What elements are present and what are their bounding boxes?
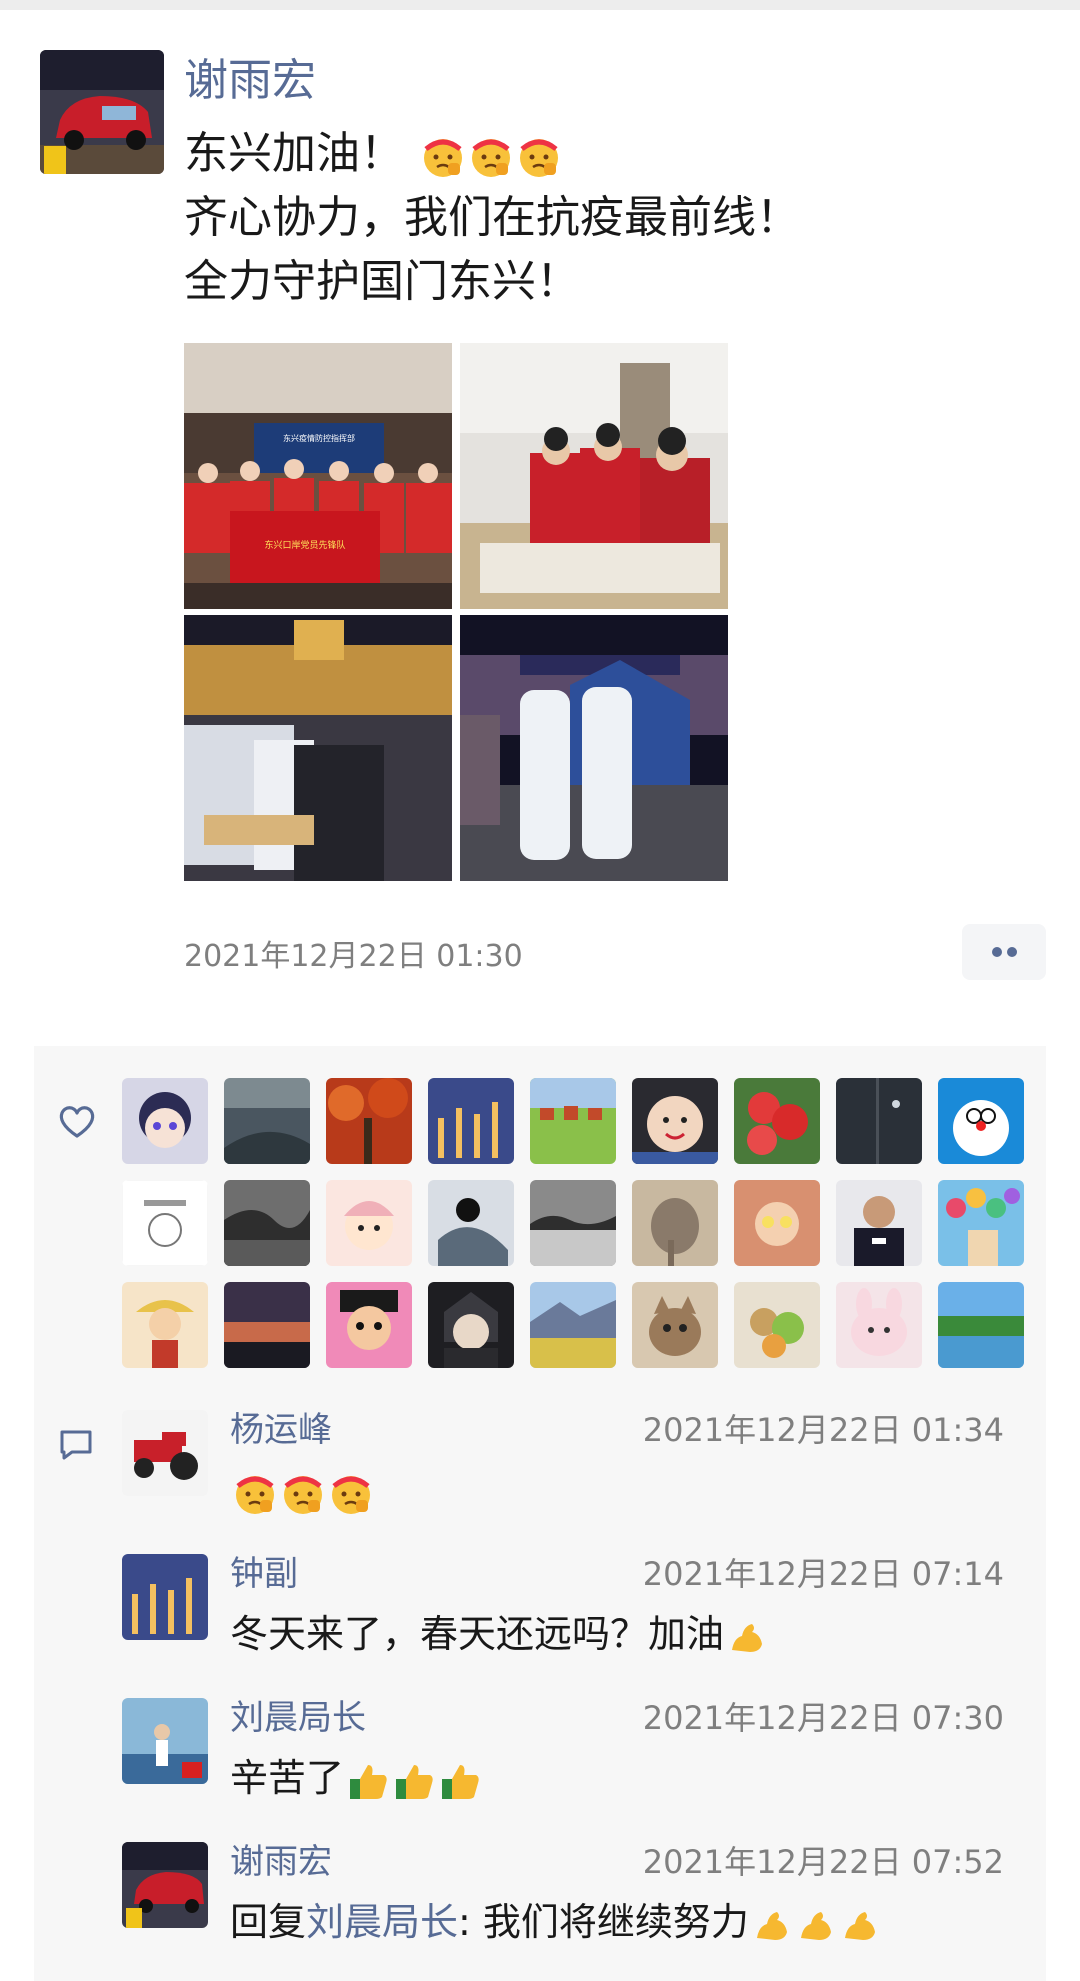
liker-avatar[interactable] bbox=[428, 1282, 514, 1368]
liker-avatar[interactable] bbox=[836, 1078, 922, 1164]
comment-item[interactable]: 谢雨宏 2021年12月22日 07:52 回复刘晨局长: 我们将继续努力 bbox=[122, 1842, 1004, 1944]
commenter-avatar[interactable] bbox=[122, 1554, 208, 1640]
photo-packing-supplies[interactable] bbox=[460, 343, 728, 609]
flexed-biceps-icon bbox=[751, 1904, 793, 1946]
photo-team-banner[interactable]: 东兴疫情防控指挥部 东兴口岸党员先锋队 bbox=[184, 343, 452, 609]
liker-avatar[interactable] bbox=[326, 1282, 412, 1368]
comment-body: 冬天来了，春天还远吗？加油 bbox=[230, 1612, 725, 1656]
liker-avatar[interactable] bbox=[530, 1180, 616, 1266]
comment-text: 回复刘晨局长: 我们将继续努力 bbox=[230, 1894, 881, 1950]
salute-face-icon bbox=[420, 133, 466, 179]
comment-time: 2021年12月22日 07:30 bbox=[642, 1699, 1004, 1737]
thumbs-up-icon bbox=[346, 1759, 390, 1803]
liker-avatar[interactable] bbox=[632, 1282, 718, 1368]
liker-avatar[interactable] bbox=[734, 1282, 820, 1368]
more-actions-button[interactable] bbox=[962, 924, 1046, 980]
liker-avatar[interactable] bbox=[938, 1078, 1024, 1164]
post-line-1: 东兴加油！ bbox=[184, 128, 404, 179]
liker-avatar[interactable] bbox=[428, 1180, 514, 1266]
commenter-avatar[interactable] bbox=[122, 1842, 208, 1928]
salute-face-icon bbox=[468, 133, 514, 179]
liker-avatar[interactable] bbox=[326, 1180, 412, 1266]
liker-avatar[interactable] bbox=[224, 1078, 310, 1164]
liker-avatar[interactable] bbox=[632, 1180, 718, 1266]
liker-avatar[interactable] bbox=[632, 1078, 718, 1164]
post-line-2: 齐心协力，我们在抗疫最前线！ bbox=[184, 192, 800, 243]
liker-avatar[interactable] bbox=[836, 1282, 922, 1368]
liker-avatar[interactable] bbox=[530, 1282, 616, 1368]
more-dots-icon bbox=[992, 947, 1017, 957]
commenter-avatar[interactable] bbox=[122, 1410, 208, 1496]
thumbs-up-icon bbox=[438, 1759, 482, 1803]
comment-item[interactable]: 钟副 2021年12月22日 07:14 冬天来了，春天还远吗？加油 bbox=[122, 1554, 1004, 1656]
commenter-avatar[interactable] bbox=[122, 1698, 208, 1784]
liker-avatar[interactable] bbox=[326, 1078, 412, 1164]
heart-outline-icon bbox=[58, 1104, 96, 1140]
comment-text: 冬天来了，春天还远吗？加油 bbox=[230, 1606, 768, 1662]
comment-item[interactable]: 刘晨局长 2021年12月22日 07:30 辛苦了 bbox=[122, 1698, 1004, 1800]
flexed-biceps-icon bbox=[726, 1616, 768, 1658]
liker-avatar[interactable] bbox=[122, 1078, 208, 1164]
liker-avatar[interactable] bbox=[836, 1180, 922, 1266]
liker-avatar[interactable] bbox=[224, 1180, 310, 1266]
comment-bubble-icon bbox=[58, 1428, 94, 1462]
liker-avatar[interactable] bbox=[734, 1180, 820, 1266]
poster-avatar[interactable] bbox=[40, 50, 164, 174]
liker-avatar[interactable] bbox=[224, 1282, 310, 1368]
photo-backdrop-text: 东兴疫情防控指挥部 bbox=[283, 433, 355, 443]
photo-grid: 东兴疫情防控指挥部 东兴口岸党员先锋队 bbox=[184, 343, 730, 881]
reply-to-name[interactable]: 刘晨局长 bbox=[306, 1900, 458, 1944]
post-line-3: 全力守护国门东兴！ bbox=[184, 256, 580, 307]
salute-face-icon bbox=[232, 1470, 278, 1516]
comment-body: 辛苦了 bbox=[230, 1756, 345, 1800]
post-timestamp: 2021年12月22日 01:30 bbox=[184, 939, 523, 974]
salute-face-icon bbox=[280, 1470, 326, 1516]
reply-prefix: 回复 bbox=[230, 1900, 307, 1944]
top-divider bbox=[0, 0, 1080, 10]
comment-text bbox=[230, 1462, 374, 1518]
commenter-name[interactable]: 杨运峰 bbox=[230, 1406, 332, 1454]
liker-avatar[interactable] bbox=[734, 1078, 820, 1164]
commenter-name[interactable]: 刘晨局长 bbox=[230, 1694, 366, 1742]
liker-avatar[interactable] bbox=[938, 1282, 1024, 1368]
photo-sign-text: 东兴口岸党员先锋队 bbox=[264, 539, 345, 551]
post-text: 东兴加油！ 齐心协力，我们在抗疫最前线！ 全力守护国门东兴！ bbox=[184, 122, 800, 314]
flexed-biceps-icon bbox=[839, 1904, 881, 1946]
salute-face-icon bbox=[516, 133, 562, 179]
liker-avatar[interactable] bbox=[122, 1282, 208, 1368]
commenter-name[interactable]: 钟副 bbox=[230, 1550, 298, 1598]
liker-avatar[interactable] bbox=[938, 1180, 1024, 1266]
photo-ppe-workers[interactable] bbox=[460, 615, 728, 881]
comment-time: 2021年12月22日 07:52 bbox=[642, 1843, 1004, 1881]
photo-night-testing[interactable] bbox=[184, 615, 452, 881]
liker-avatar[interactable] bbox=[530, 1078, 616, 1164]
poster-name[interactable]: 谢雨宏 bbox=[184, 50, 316, 112]
liker-avatar[interactable] bbox=[122, 1180, 208, 1266]
comment-time: 2021年12月22日 07:14 bbox=[642, 1555, 1004, 1593]
liker-avatar[interactable] bbox=[428, 1078, 514, 1164]
comment-item[interactable]: 杨运峰 2021年12月22日 01:34 bbox=[122, 1410, 1004, 1514]
comment-time: 2021年12月22日 01:34 bbox=[642, 1411, 1004, 1449]
thumbs-up-icon bbox=[392, 1759, 436, 1803]
commenter-name[interactable]: 谢雨宏 bbox=[230, 1838, 332, 1886]
comment-body: : 我们将继续努力 bbox=[458, 1900, 749, 1944]
flexed-biceps-icon bbox=[795, 1904, 837, 1946]
comment-text: 辛苦了 bbox=[230, 1750, 482, 1806]
salute-face-icon bbox=[328, 1470, 374, 1516]
